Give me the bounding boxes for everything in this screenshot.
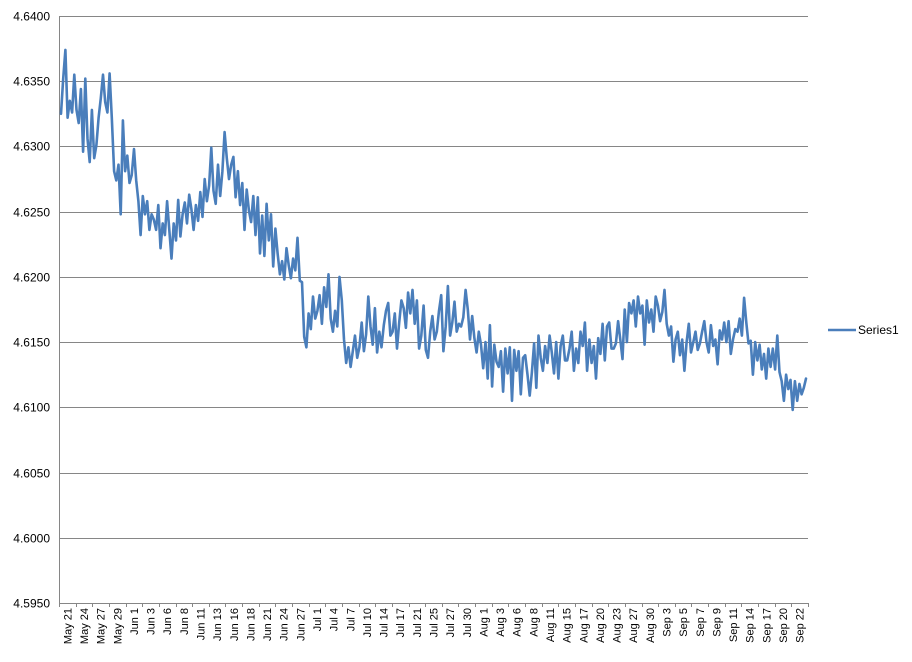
- x-tick-label: Jun 18: [245, 608, 257, 641]
- legend-label: Series1: [858, 323, 899, 337]
- x-tick-label: Jul 25: [429, 608, 441, 637]
- x-tick-label: Aug 20: [595, 608, 607, 643]
- x-tick-label: Sep 11: [728, 608, 740, 642]
- y-tick-label: 4.6000: [13, 532, 50, 546]
- y-tick-label: 4.6150: [13, 336, 50, 350]
- y-tick-label: 4.6300: [13, 140, 50, 154]
- series-line: [59, 48, 808, 412]
- x-tick-label: Sep 9: [712, 608, 724, 637]
- x-tick-label: Jun 24: [279, 608, 291, 641]
- y-tick-label: 4.6400: [13, 10, 50, 24]
- y-tick-label: 4.6100: [13, 401, 50, 415]
- x-tick-label: Aug 27: [628, 608, 640, 643]
- x-tick-label: Aug 23: [612, 608, 624, 643]
- gridlines: [59, 16, 808, 539]
- x-tick-label: May 21: [62, 608, 74, 644]
- x-tick-label: Aug 3: [495, 608, 507, 637]
- legend: Series1: [828, 323, 899, 337]
- x-tick-label: Sep 5: [678, 608, 690, 637]
- x-tick-label: Sep 3: [662, 608, 674, 637]
- x-tick-label: Jul 30: [462, 608, 474, 637]
- x-tick-label: Sep 7: [695, 608, 707, 637]
- x-tick-label: Jun 13: [212, 608, 224, 641]
- x-tick-label: Jul 4: [329, 608, 341, 631]
- x-tick-label: Aug 30: [645, 608, 657, 643]
- x-tick-label: Aug 11: [545, 608, 557, 642]
- y-tick-label: 4.6050: [13, 467, 50, 481]
- y-tick-label: 4.5950: [13, 597, 50, 611]
- x-tick-label: Jun 6: [162, 608, 174, 635]
- x-tick-label: May 24: [79, 608, 91, 644]
- axes: [59, 16, 808, 604]
- x-tick-label: Sep 22: [795, 608, 807, 643]
- x-tick-label: Jun 1: [129, 608, 141, 635]
- x-tick-label: Aug 1: [478, 608, 490, 637]
- y-tick-label: 4.6200: [13, 271, 50, 285]
- x-tick-label: Jul 1: [312, 608, 324, 631]
- x-tick-label: Aug 15: [562, 608, 574, 643]
- x-tick-label: Jun 27: [295, 608, 307, 641]
- x-tick-label: Jun 11: [196, 608, 208, 640]
- x-tick-label: Aug 17: [578, 608, 590, 643]
- x-tick-label: Jul 27: [445, 608, 457, 637]
- y-tick-label: 4.6350: [13, 75, 50, 89]
- x-tick-label: May 29: [112, 608, 124, 644]
- y-tick-label: 4.6250: [13, 206, 50, 220]
- x-tick-label: Jun 16: [229, 608, 241, 641]
- x-tick-label: May 27: [96, 608, 108, 644]
- x-tick-label: Jul 10: [362, 608, 374, 637]
- chart-area: 4.5950 4.6000 4.6050 4.6100 4.6150 4.6200 4.62…: [0, 0, 912, 662]
- x-tick-label: Jun 3: [146, 608, 158, 635]
- x-axis-ticks: May 21 May 24 May 27 May 29 Jun 1 Jun 3 Jun 6 J…: [59, 603, 809, 644]
- x-tick-label: Sep 20: [778, 608, 790, 643]
- x-tick-label: Jul 7: [345, 608, 357, 631]
- x-tick-label: Jul 17: [395, 608, 407, 637]
- x-tick-label: Sep 14: [745, 608, 757, 643]
- x-tick-label: Sep 17: [761, 608, 773, 643]
- line-chart: 4.5950 4.6000 4.6050 4.6100 4.6150 4.6200 4.62…: [13, 10, 899, 645]
- series-lines: [59, 48, 808, 412]
- x-tick-label: Jul 14: [379, 608, 391, 637]
- x-tick-label: Jul 21: [412, 608, 424, 637]
- x-tick-label: Aug 6: [512, 608, 524, 637]
- x-tick-label: Jun 21: [262, 608, 274, 641]
- x-tick-label: Aug 8: [528, 608, 540, 637]
- y-axis-ticks: 4.5950 4.6000 4.6050 4.6100 4.6150 4.6200 4.62…: [13, 10, 50, 611]
- x-tick-label: Jun 8: [179, 608, 191, 635]
